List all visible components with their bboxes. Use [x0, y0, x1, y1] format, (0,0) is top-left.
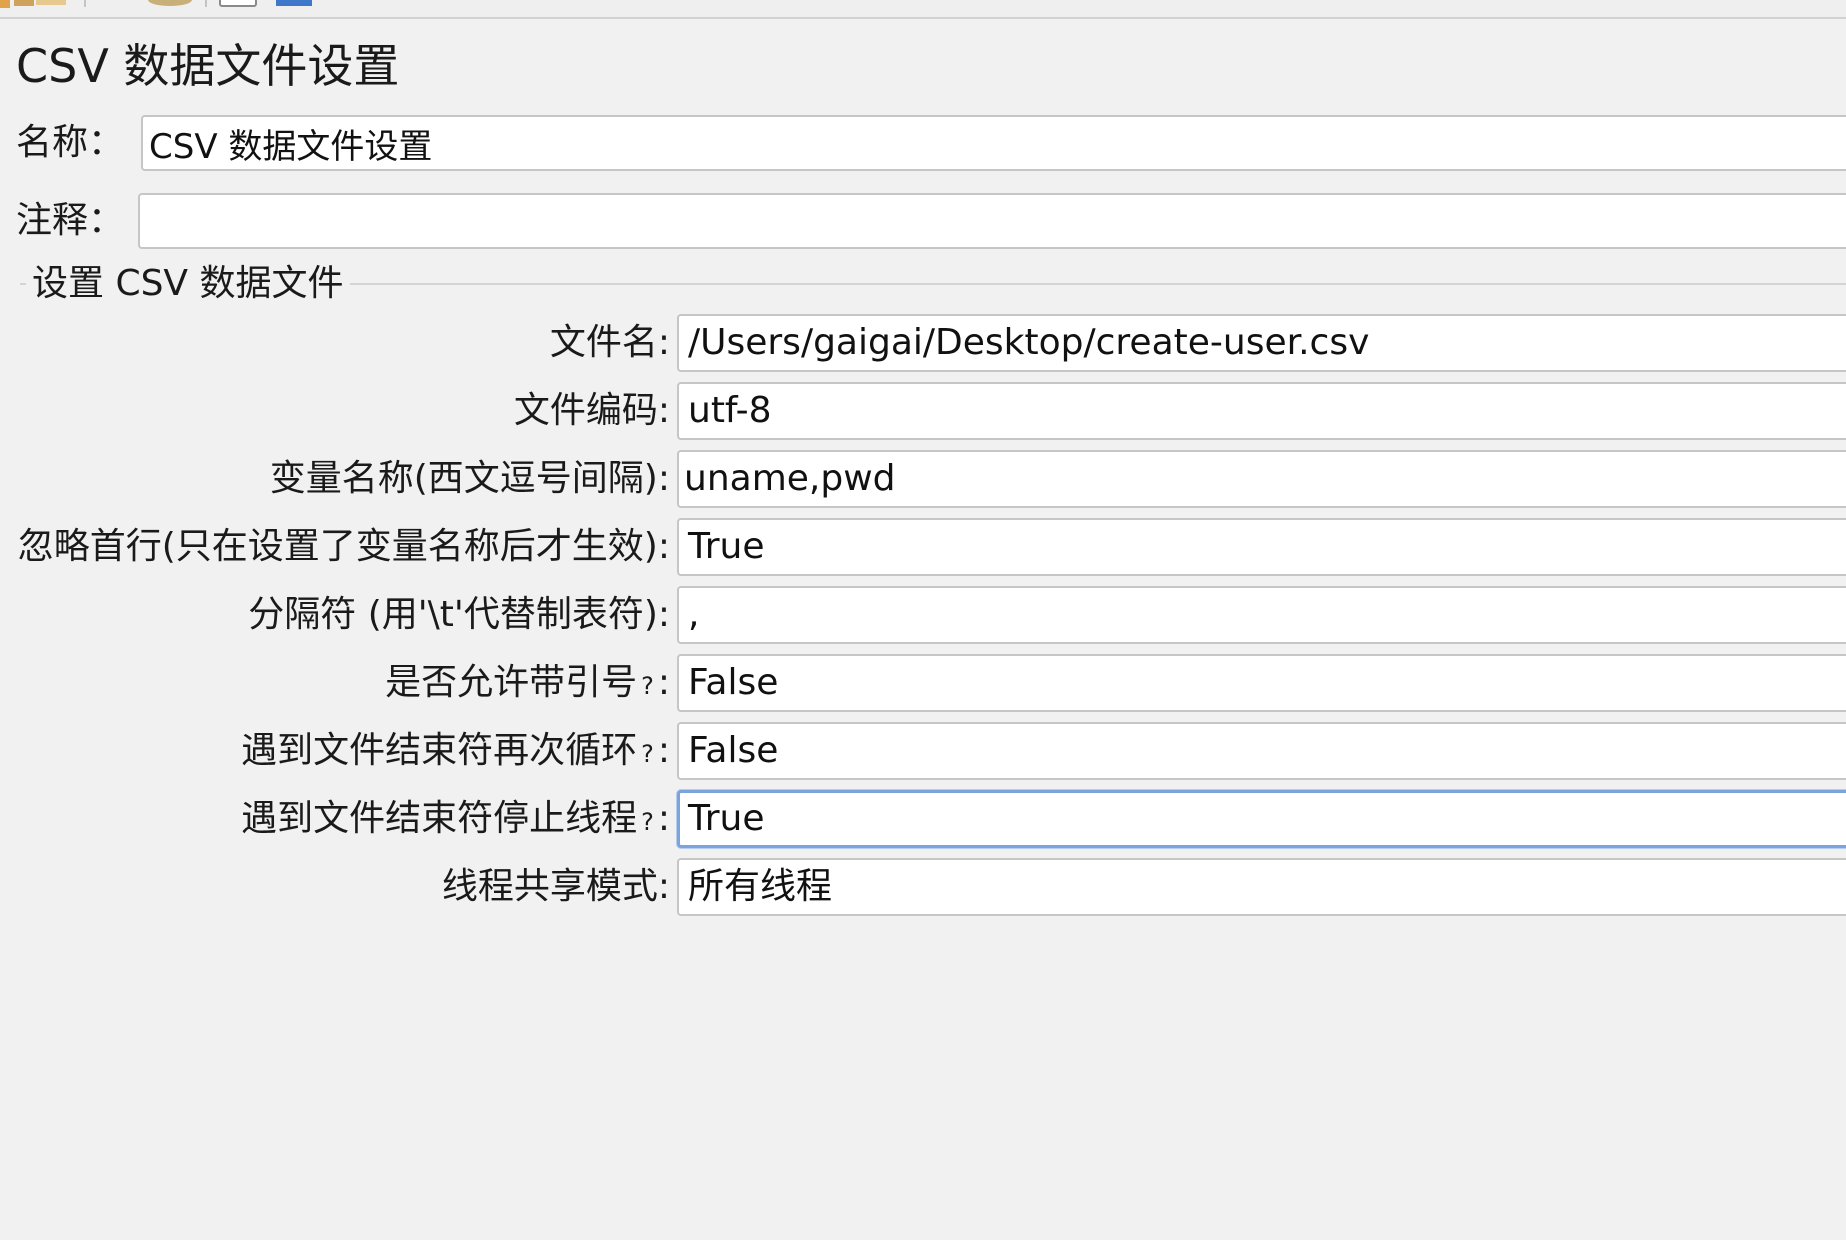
sharing-mode-label: 线程共享模式: [441, 866, 670, 907]
recycle-on-eof-field[interactable]: False [677, 722, 1846, 780]
filename-field[interactable]: /Users/gaigai/Desktop/create-user.csv [677, 314, 1846, 372]
question-mark: ? [641, 740, 654, 768]
comment-label: 注释： [16, 200, 125, 241]
ignore-first-line-label: 忽略首行(只在设置了变量名称后才生效): [17, 526, 670, 567]
encoding-field[interactable]: utf-8 [677, 382, 1846, 440]
stop-thread-on-eof-label-text: 遇到文件结束符停止线程 [241, 798, 638, 839]
allow-quoted-data-label: 是否允许带引号?: [385, 658, 670, 711]
toolbar-separator [84, 0, 86, 7]
ignore-first-line-field[interactable]: True [677, 518, 1846, 576]
stop-thread-on-eof-label: 遇到文件结束符停止线程?: [241, 794, 670, 847]
recycle-on-eof-label-text: 遇到文件结束符再次循环 [241, 730, 638, 771]
colon: : [657, 798, 670, 839]
encoding-label: 文件编码: [513, 390, 670, 431]
name-input[interactable] [141, 115, 1846, 171]
stop-thread-on-eof-field[interactable]: True [677, 790, 1846, 848]
toolbar [0, 0, 1846, 19]
question-mark: ? [641, 672, 654, 700]
question-mark: ? [641, 808, 654, 836]
name-label: 名称： [16, 122, 125, 163]
toolbar-clear-icon[interactable] [145, 0, 195, 10]
allow-quoted-data-label-text: 是否允许带引号 [385, 662, 638, 703]
recycle-on-eof-label: 遇到文件结束符再次循环?: [241, 726, 670, 779]
variable-names-label: 变量名称(西文逗号间隔): [269, 458, 670, 499]
section-legend: 设置 CSV 数据文件 [26, 259, 350, 309]
variable-names-field[interactable]: uname,pwd [677, 450, 1846, 508]
colon: : [657, 730, 670, 771]
toolbar-tool-icon[interactable] [0, 0, 70, 10]
toolbar-separator [205, 0, 207, 7]
page-title: CSV 数据文件设置 [16, 39, 400, 93]
delimiter-field[interactable]: , [677, 586, 1846, 644]
comment-input[interactable] [138, 193, 1846, 249]
sharing-mode-field[interactable]: 所有线程 [677, 858, 1846, 916]
allow-quoted-data-field[interactable]: False [677, 654, 1846, 712]
delimiter-label: 分隔符 (用'\t'代替制表符): [248, 594, 670, 635]
toolbar-window-icon[interactable] [276, 0, 312, 10]
toolbar-page-icon[interactable] [219, 0, 259, 10]
colon: : [657, 662, 670, 703]
filename-label: 文件名: [549, 322, 670, 363]
